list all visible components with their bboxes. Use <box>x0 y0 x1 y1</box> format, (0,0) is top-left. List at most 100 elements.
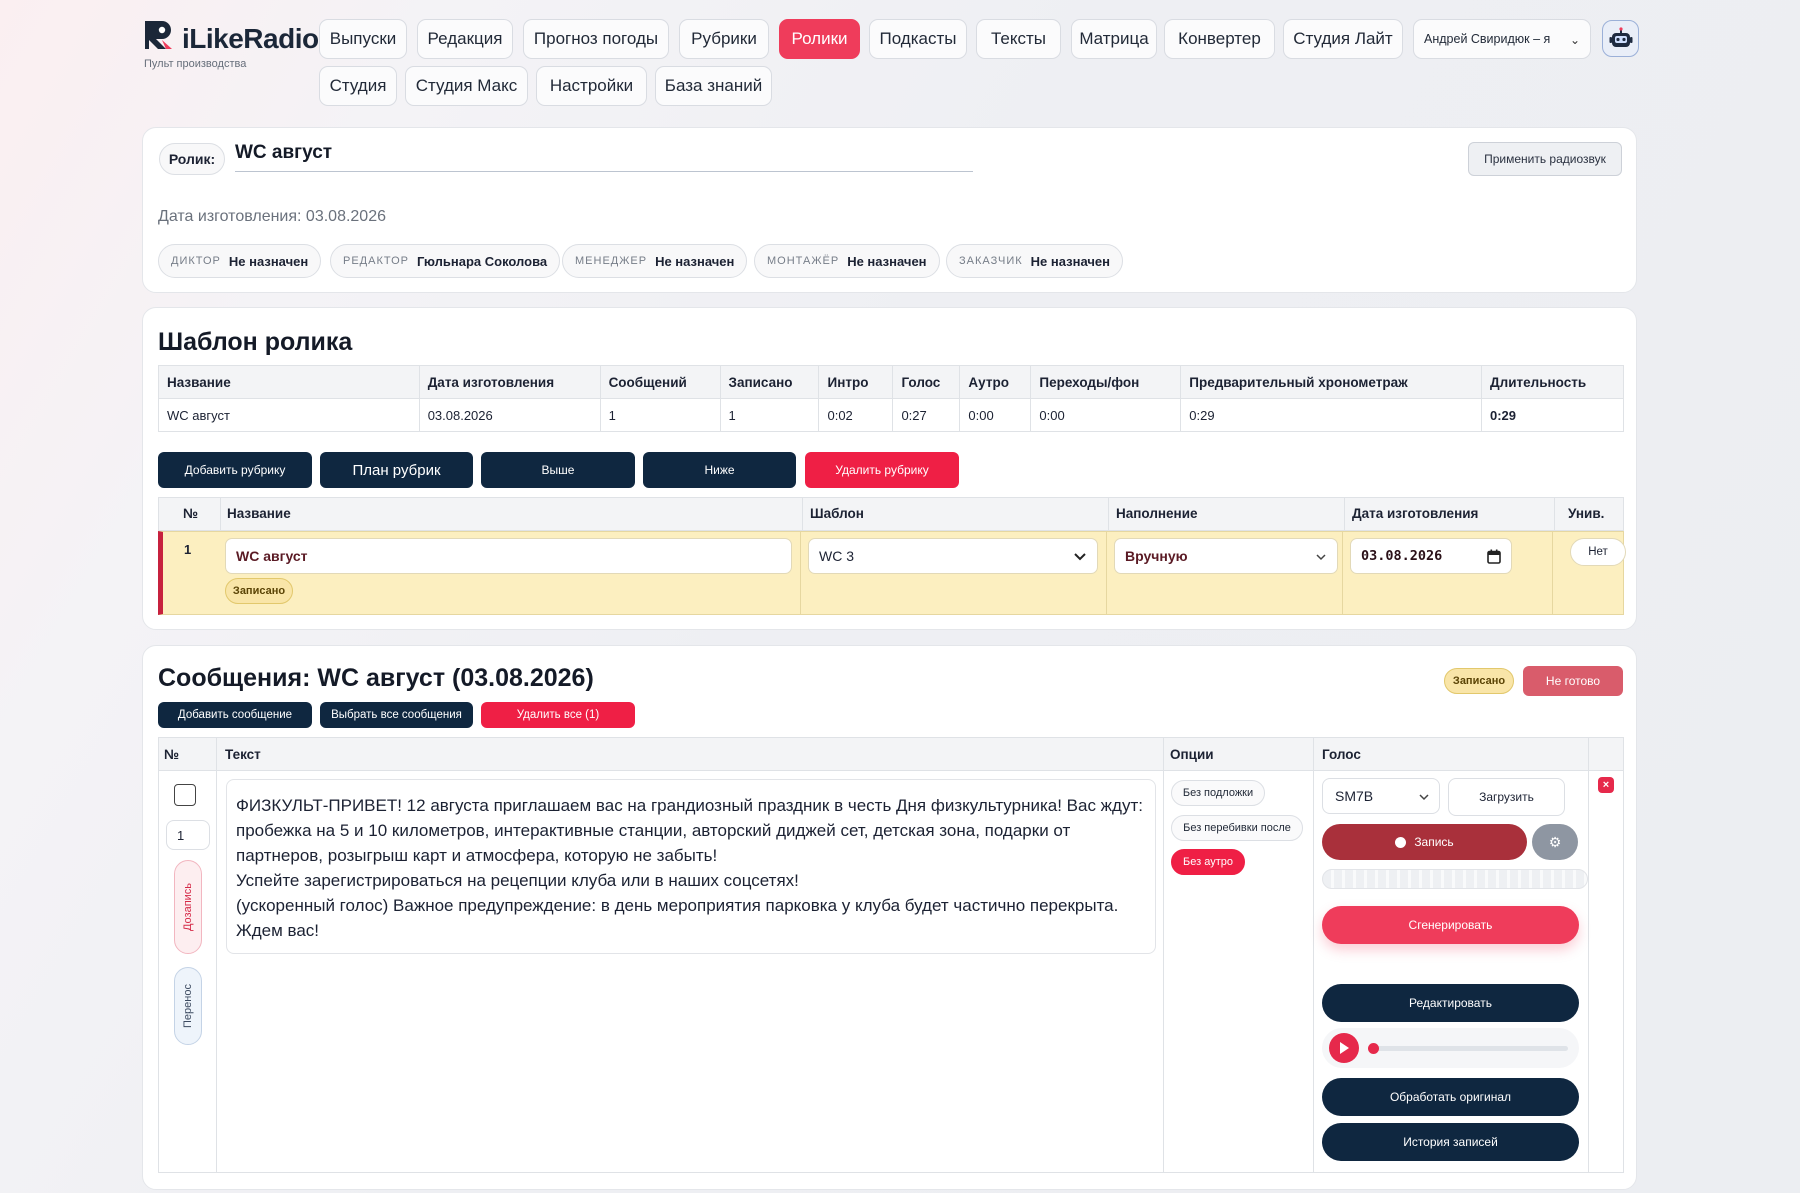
gear-icon: ⚙ <box>1548 833 1562 850</box>
chevron-down-icon: ⌄ <box>1569 33 1580 47</box>
assistant-bot-button[interactable] <box>1602 20 1639 57</box>
calendar-icon[interactable] <box>1487 549 1501 564</box>
move-up-button[interactable]: Выше <box>481 452 635 488</box>
message-text-area[interactable]: ФИЗКУЛЬТ-ПРИВЕТ! 12 августа приглашаем в… <box>226 779 1156 954</box>
nav-vypuski[interactable]: Выпуски <box>319 19 407 59</box>
record-button[interactable]: Запись <box>1322 824 1527 860</box>
messages-card: Сообщения: WC август (03.08.2026) Записа… <box>142 645 1637 1190</box>
chevron-down-icon <box>1074 553 1086 561</box>
roll-label: Ролик: <box>159 143 225 175</box>
col-outro: Аутро <box>959 365 1032 399</box>
play-button[interactable] <box>1329 1033 1359 1063</box>
select-all-messages-button[interactable]: Выбрать все сообщения <box>320 702 473 728</box>
apply-radio-sound-button[interactable]: Применить радиозвук <box>1468 142 1622 176</box>
role-editor[interactable]: РЕДАКТОР Гюльнара Соколова <box>330 244 561 278</box>
audio-player <box>1322 1028 1579 1068</box>
rubric-template-select[interactable]: WC 3 <box>808 538 1098 574</box>
record-dot-icon <box>1395 836 1407 848</box>
close-icon: × <box>1602 779 1610 791</box>
upload-button[interactable]: Загрузить <box>1448 778 1565 816</box>
status-not-ready-button[interactable]: Не готово <box>1523 666 1623 696</box>
brand-name: iLikeRadio <box>182 23 319 54</box>
col-voice: Голос <box>892 365 961 399</box>
message-checkbox[interactable] <box>174 784 196 806</box>
add-message-button[interactable]: Добавить сообщение <box>158 702 312 728</box>
move-down-button[interactable]: Ниже <box>643 452 796 488</box>
roll-info-card: Ролик: WC август Применить радиозвук Дат… <box>142 127 1637 293</box>
template-title: Шаблон ролика <box>158 328 353 356</box>
process-original-button[interactable]: Обработать оригинал <box>1322 1078 1579 1116</box>
role-client[interactable]: ЗАКАЗЧИК Не назначен <box>946 244 1123 278</box>
nav-weather[interactable]: Прогноз погоды <box>523 19 669 59</box>
nav-studio-lite[interactable]: Студия Лайт <box>1283 19 1403 59</box>
audio-progress[interactable] <box>1372 1046 1568 1051</box>
rubric-fill-select[interactable]: Вручную <box>1114 538 1338 574</box>
move-message-button[interactable]: Перенос <box>174 967 202 1045</box>
nav-matrix[interactable]: Матрица <box>1071 19 1157 59</box>
nav-podcasts[interactable]: Подкасты <box>869 19 967 59</box>
user-select[interactable]: Андрей Свиридюк – я ⌄ <box>1413 19 1591 59</box>
col-date: Дата изготовления <box>418 365 601 399</box>
col-intro: Интро <box>818 365 894 399</box>
nav-studio-max[interactable]: Студия Макс <box>405 66 528 106</box>
delete-all-messages-button[interactable]: Удалить все (1) <box>481 702 635 728</box>
delete-message-button[interactable]: × <box>1598 777 1614 793</box>
chevron-down-icon <box>1419 794 1429 801</box>
user-name: Андрей Свиридюк – я <box>1424 32 1551 46</box>
col-messages: Сообщений <box>599 365 721 399</box>
robot-icon <box>1609 26 1632 47</box>
option-no-outro[interactable]: Без аутро <box>1171 849 1245 875</box>
col-name: Название <box>158 365 420 399</box>
rubric-name-input[interactable]: WC август <box>225 538 792 574</box>
made-date: Дата изготовления: 03.08.2026 <box>158 208 386 225</box>
rubric-status-badge: Записано <box>225 578 293 604</box>
add-rubric-button[interactable]: Добавить рубрику <box>158 452 312 488</box>
generate-button[interactable]: Сгенерировать <box>1322 906 1579 944</box>
col-duration: Длительность <box>1481 365 1624 399</box>
waveform-track[interactable] <box>1322 869 1588 889</box>
delete-rubric-button[interactable]: Удалить рубрику <box>805 452 959 488</box>
rubric-univ-toggle[interactable]: Нет <box>1570 538 1626 566</box>
rubric-number: 1 <box>184 542 192 557</box>
roll-name-input[interactable]: WC август <box>235 138 973 172</box>
nav-studio[interactable]: Студия <box>319 66 397 106</box>
voice-select[interactable]: SM7B <box>1322 778 1440 814</box>
nav-knowledge-base[interactable]: База знаний <box>655 66 772 106</box>
record-settings-button[interactable]: ⚙ <box>1532 824 1578 860</box>
messages-table: № Текст Опции Голос 1 Дозапись Перенос Ф… <box>158 737 1624 1173</box>
nav-settings[interactable]: Настройки <box>536 66 647 106</box>
table-row: WC август 03.08.2026 1 1 0:02 0:27 0:00 … <box>158 398 1624 432</box>
messages-title: Сообщения: WC август (03.08.2026) <box>158 664 594 692</box>
option-no-bed[interactable]: Без подложки <box>1171 780 1265 806</box>
col-preliminary: Предварительный хронометраж <box>1180 365 1482 399</box>
col-transitions: Переходы/фон <box>1030 365 1182 399</box>
nav-rolls[interactable]: Ролики <box>779 19 860 59</box>
col-recorded: Записано <box>719 365 820 399</box>
role-speaker[interactable]: ДИКТОР Не назначен <box>158 244 322 278</box>
nav-redakciya[interactable]: Редакция <box>417 19 513 59</box>
message-order-input[interactable]: 1 <box>166 820 210 850</box>
nav-rubrics[interactable]: Рубрики <box>679 19 769 59</box>
nav-converter[interactable]: Конвертер <box>1164 19 1275 59</box>
rubric-table-header: № Название Шаблон Наполнение Дата изгото… <box>158 497 1624 531</box>
rerecord-button[interactable]: Дозапись <box>174 860 202 954</box>
role-manager[interactable]: МЕНЕДЖЕР Не назначен <box>562 244 748 278</box>
chevron-down-icon <box>1316 554 1326 561</box>
template-table: Название Дата изготовления Сообщений Зап… <box>158 365 1624 432</box>
edit-button[interactable]: Редактировать <box>1322 984 1579 1022</box>
rubric-row[interactable]: 1 WC август Записано WC 3 Вручную 03.08.… <box>158 531 1626 615</box>
brand-logo[interactable]: iLikeRadio Пульт производства <box>142 18 319 74</box>
option-no-break-after[interactable]: Без перебивки после <box>1171 815 1303 841</box>
status-recorded-badge: Записано <box>1444 668 1514 694</box>
messages-table-header: № Текст Опции Голос <box>159 738 1623 771</box>
brand-subtitle: Пульт производства <box>144 58 247 70</box>
rubric-plan-button[interactable]: План рубрик <box>320 452 473 488</box>
template-card: Шаблон ролика Название Дата изготовления… <box>142 307 1637 630</box>
record-history-button[interactable]: История записей <box>1322 1123 1579 1161</box>
radio-logo-icon <box>145 21 172 49</box>
play-icon <box>1340 1042 1349 1054</box>
nav-texts[interactable]: Тексты <box>976 19 1061 59</box>
role-montage[interactable]: МОНТАЖЁР Не назначен <box>754 244 940 278</box>
audio-progress-handle[interactable] <box>1368 1043 1379 1054</box>
rubric-date-input[interactable]: 03.08.2026 <box>1350 538 1512 574</box>
